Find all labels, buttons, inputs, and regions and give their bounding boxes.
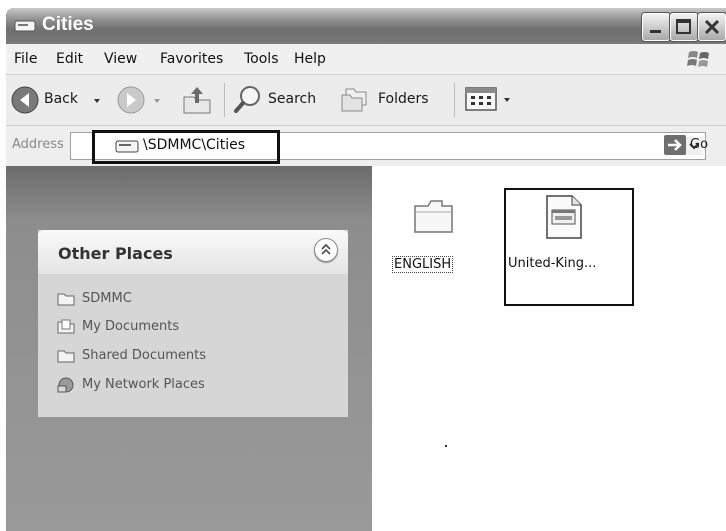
views-icon <box>465 87 497 111</box>
search-icon <box>234 86 260 113</box>
other-places-title: Other Places <box>58 244 173 263</box>
file-item-english[interactable]: ENGLISH <box>390 194 480 284</box>
go-arrow-icon[interactable] <box>664 135 686 155</box>
chevron-down-icon <box>94 99 100 103</box>
up-folder-button[interactable] <box>180 83 216 117</box>
toolbar-separator <box>224 83 225 117</box>
double-chevron-up-icon <box>321 243 331 255</box>
title-bar[interactable]: Cities <box>6 8 726 44</box>
file-list-pane: ENGLISH United-King... <box>372 166 726 531</box>
drive-icon <box>14 20 36 32</box>
toolbar-separator <box>454 83 455 117</box>
minimize-button[interactable] <box>642 13 670 41</box>
address-bar: Address \SDMMC\Cities Go <box>6 126 726 167</box>
address-label: Address <box>12 137 64 152</box>
stray-dot <box>445 445 447 447</box>
menu-view[interactable]: View <box>104 51 137 67</box>
windows-logo-icon <box>687 51 709 67</box>
place-label: My Network Places <box>82 377 205 392</box>
back-button[interactable]: Back <box>10 83 110 117</box>
folder-icon <box>57 350 75 363</box>
folders-icon <box>341 88 367 112</box>
network-places-icon <box>57 377 74 393</box>
task-pane: Other Places SDMMC My Documents Shared D… <box>6 166 372 531</box>
maximize-button[interactable] <box>670 13 698 41</box>
maximize-icon <box>676 19 691 34</box>
other-places-panel: Other Places SDMMC My Documents Shared D… <box>38 230 348 417</box>
menu-help[interactable]: Help <box>294 51 326 67</box>
menu-edit[interactable]: Edit <box>56 51 83 67</box>
minimize-icon <box>650 30 661 33</box>
back-arrow-icon <box>11 86 39 114</box>
folder-icon <box>57 293 75 306</box>
views-button[interactable] <box>464 85 514 115</box>
up-folder-icon <box>183 87 211 114</box>
other-places-header[interactable]: Other Places <box>38 230 348 274</box>
menu-file[interactable]: File <box>14 51 37 67</box>
place-label: Shared Documents <box>82 348 207 363</box>
close-icon <box>704 19 720 35</box>
forward-button[interactable] <box>116 83 176 117</box>
place-label: My Documents <box>82 319 180 334</box>
file-highlight-box <box>504 188 634 306</box>
close-button[interactable] <box>698 13 726 41</box>
address-highlight-box <box>92 130 280 164</box>
menu-favorites[interactable]: Favorites <box>160 51 223 67</box>
folders-label: Folders <box>378 91 429 107</box>
folder-icon <box>414 200 453 233</box>
forward-arrow-icon <box>117 86 145 114</box>
search-button[interactable]: Search <box>232 83 332 117</box>
menu-tools[interactable]: Tools <box>244 51 279 67</box>
folders-button[interactable]: Folders <box>340 83 446 117</box>
chevron-down-icon <box>504 98 510 102</box>
go-button[interactable]: Go <box>690 137 708 152</box>
place-label: SDMMC <box>82 291 132 306</box>
window-title: Cities <box>42 14 94 35</box>
my-documents-icon <box>57 319 75 334</box>
back-label: Back <box>44 91 78 107</box>
menu-bar: File Edit View Favorites Tools Help <box>6 44 726 75</box>
toolbar: Back Search Folders <box>6 75 726 126</box>
collapse-button[interactable] <box>314 238 338 262</box>
search-label: Search <box>268 91 317 107</box>
explorer-window: Cities File Edit View Favorites Tools He… <box>6 8 726 531</box>
file-label: ENGLISH <box>392 256 454 273</box>
chevron-down-icon <box>154 99 160 103</box>
